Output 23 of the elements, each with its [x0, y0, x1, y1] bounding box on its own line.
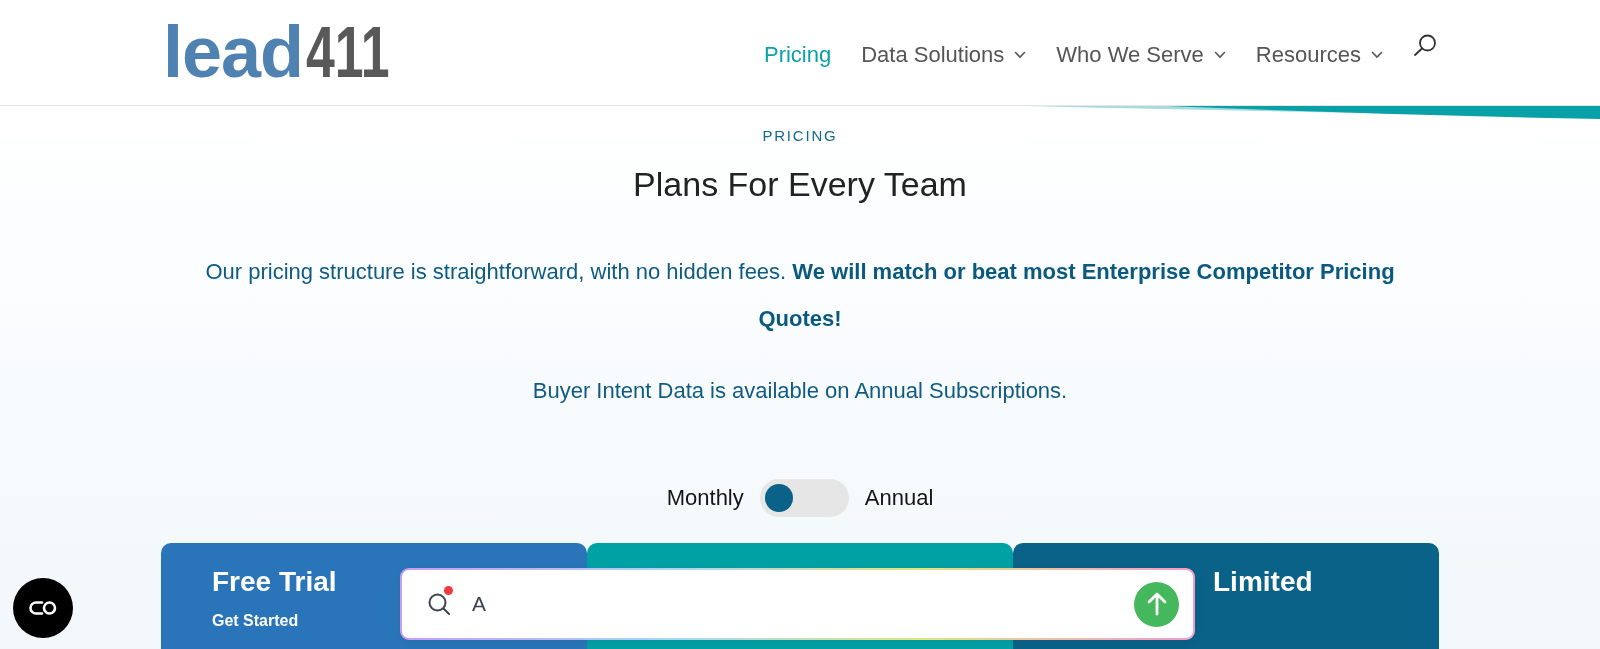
toggle-label: Monthly: [666, 485, 744, 511]
billing-toggle[interactable]: [759, 479, 849, 517]
plan-title: Free Trial: [212, 565, 337, 599]
logo[interactable]: lead411: [163, 15, 389, 88]
nav-link[interactable]: Who We Serve: [1056, 41, 1226, 68]
search-icon[interactable]: [1413, 33, 1437, 56]
assistant-input-field[interactable]: A: [400, 568, 1195, 640]
loop-icon: [28, 600, 58, 616]
text-input[interactable]: A: [472, 592, 1134, 616]
notification-dot-icon: [444, 586, 453, 595]
plan-subtitle: Get Started: [212, 611, 299, 631]
send-button[interactable]: [1134, 581, 1179, 627]
page-title: Plans For Every Team: [633, 164, 967, 204]
arrow-up-icon: [1145, 592, 1168, 616]
floating-button[interactable]: [13, 578, 73, 638]
nav-link[interactable]: Data Solutions: [861, 41, 1027, 68]
toggle-label: Annual: [864, 485, 934, 511]
nav-link[interactable]: Resources: [1255, 41, 1383, 68]
note-text: Buyer Intent Data is available on Annual Subscriptions.: [532, 377, 1068, 405]
section-eyebrow: PRICING: [762, 126, 838, 146]
search-icon: [427, 592, 451, 616]
plan-title: Limited: [1213, 565, 1313, 599]
intro-text: Our pricing structure is straightforward, with no hidden fees. We will match or beat most Enterprise Competitor Pricing Quotes!: [204, 258, 1396, 333]
